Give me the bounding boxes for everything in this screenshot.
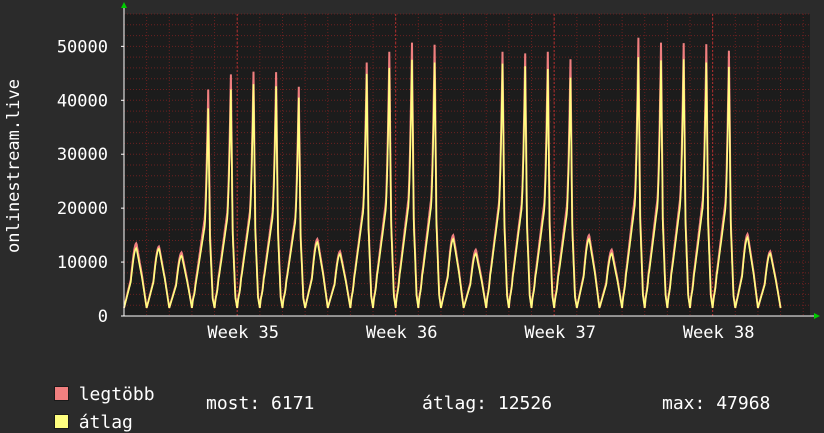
y-axis-arrow [121,2,127,8]
x-tick-label: Week 36 [366,323,438,343]
y-tick-label: 50000 [57,37,108,57]
y-tick-label: 30000 [57,145,108,165]
y-tick-label: 20000 [57,199,108,219]
stat-now-value: 6171 [271,393,315,414]
stat-now: most: 6171 [206,393,314,414]
stat-max: max: 47968 [662,393,770,414]
stat-max-value: 47968 [716,393,771,414]
y-tick-label: 0 [98,307,108,327]
y-tick-label: 40000 [57,91,108,111]
stat-avg: átlag: 12526 [422,393,552,414]
x-axis-arrow [814,313,820,319]
legend-swatch-avg [53,414,69,429]
x-tick-label: Week 38 [683,323,755,343]
stat-max-label: max: [662,393,706,414]
y-axis-label: onlinestream.live [4,79,24,253]
x-tick-label: Week 35 [207,323,279,343]
legend-item-avg: átlag [32,393,133,433]
x-tick-label: Week 37 [524,323,596,343]
stat-avg-value: 12526 [497,393,553,414]
y-tick-label: 10000 [57,253,108,273]
stat-avg-label: átlag: [422,393,488,414]
stat-now-label: most: [206,393,261,414]
